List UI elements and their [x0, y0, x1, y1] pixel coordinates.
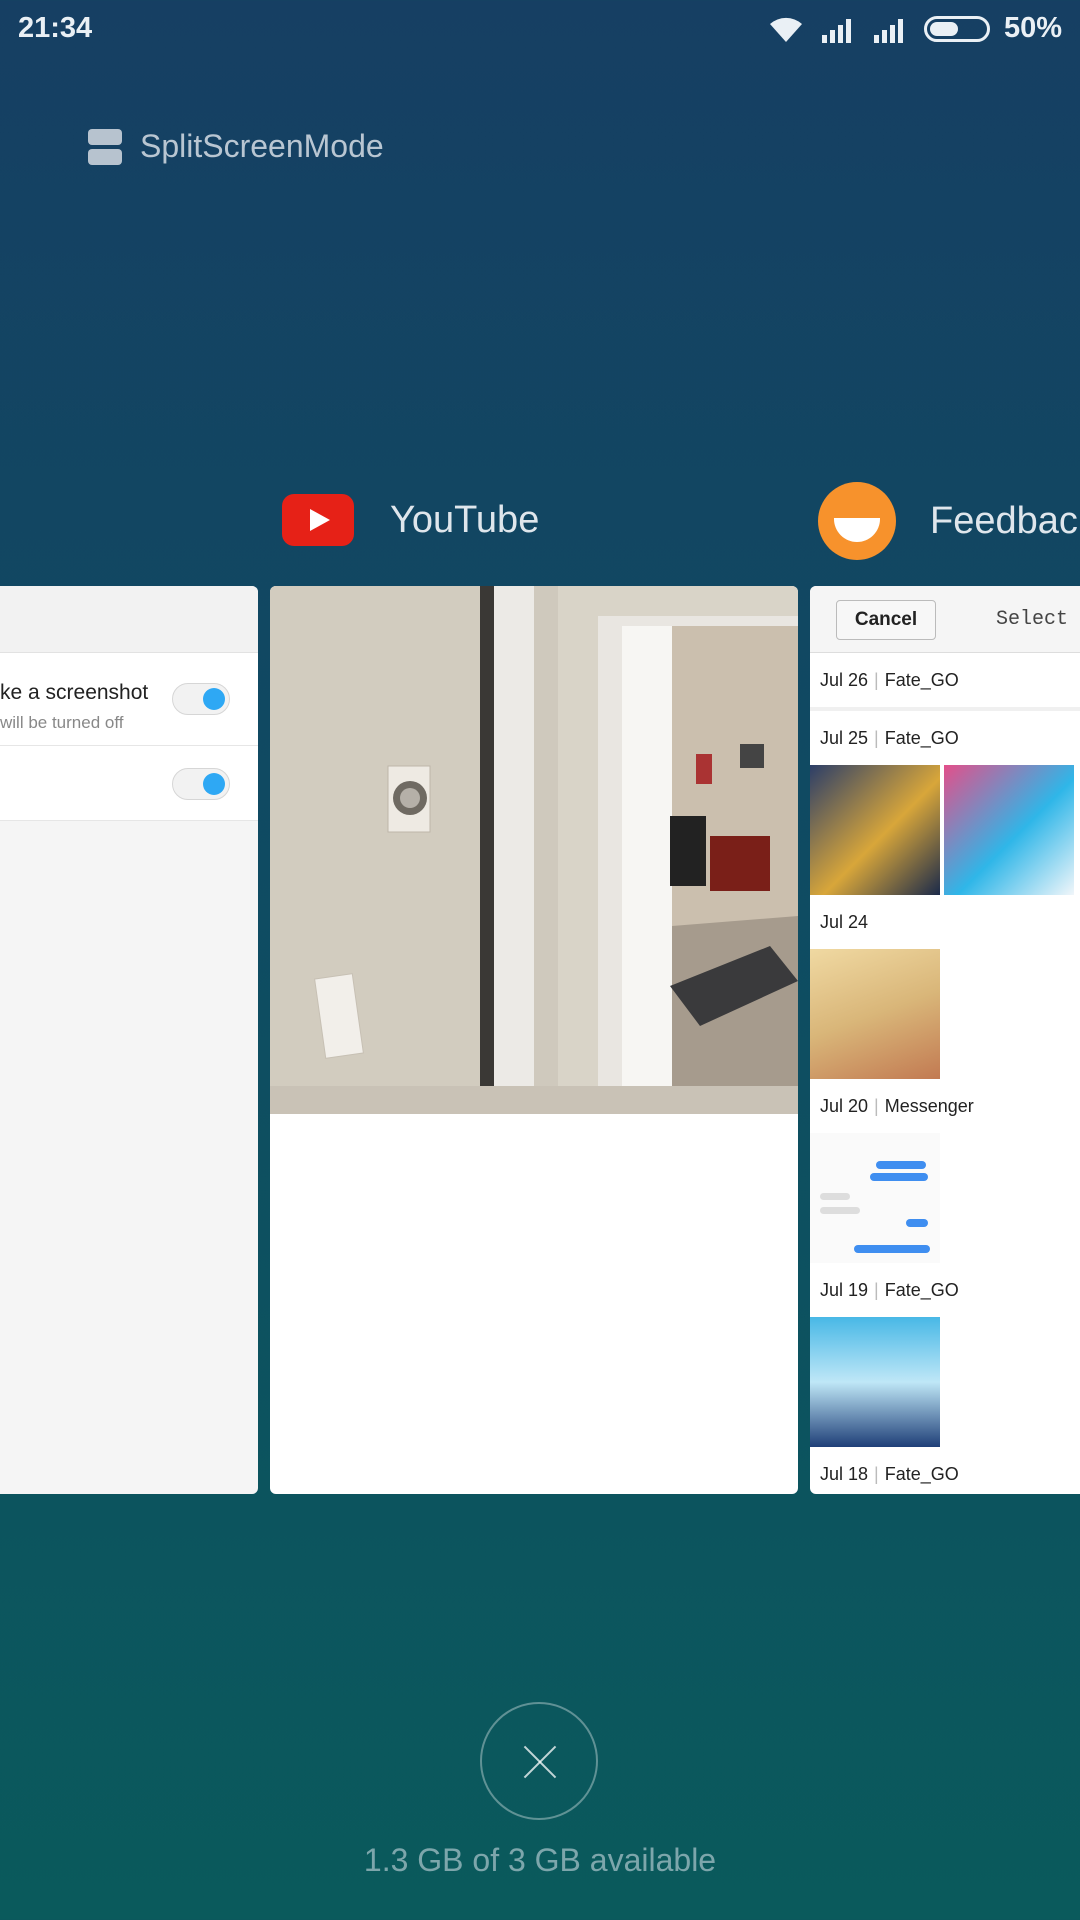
split-screen-label: SplitScreenMode — [140, 128, 384, 164]
recent-app-card-feedback[interactable]: Cancel Select 1 Jul 26|Fate_GO Jul 25|Fa… — [810, 586, 1080, 1494]
screenshot-thumbnail[interactable] — [810, 765, 940, 895]
settings-toolbar — [0, 586, 258, 653]
split-screen-icon — [88, 128, 122, 165]
signal-icon-2 — [873, 18, 903, 43]
memory-available-text: 1.3 GB of 3 GB available — [363, 1842, 717, 1878]
screenshot-thumbnail[interactable] — [944, 765, 1074, 895]
gallery-group-header: Jul 24 — [810, 895, 1080, 949]
feedback-icon — [818, 482, 896, 560]
status-indicators: 50% — [766, 12, 1062, 45]
split-screen-button[interactable]: SplitScreenMode — [88, 128, 384, 165]
group-date: Jul 24 — [820, 911, 869, 932]
gallery-group-header: Jul 18 | Fate_GO — [820, 1463, 959, 1484]
gallery-group-header: Jul 26 | Fate_GO — [810, 653, 1080, 707]
group-date: Jul 18 — [820, 1463, 869, 1484]
signal-icon — [821, 18, 851, 43]
gallery-group-header: Jul 19 | Fate_GO — [820, 1279, 959, 1300]
group-date: Jul 25 — [820, 727, 869, 748]
setting-toggle-2[interactable] — [172, 768, 230, 800]
cancel-button[interactable]: Cancel — [836, 600, 936, 640]
setting-subtitle: will be turned off — [0, 713, 124, 732]
youtube-app-header[interactable]: YouTube — [282, 494, 539, 546]
recent-app-card-settings[interactable]: ke a screenshot will be turned off — [0, 586, 258, 1494]
gallery-thumbs — [810, 1317, 1080, 1447]
group-source: Messenger — [884, 1095, 974, 1116]
group-source: Fate_GO — [884, 1279, 959, 1300]
feedback-app-header[interactable]: Feedbac — [818, 482, 1078, 560]
setting-toggle[interactable] — [172, 683, 230, 715]
setting-title: ke a screenshot — [0, 681, 149, 704]
battery-icon — [923, 15, 990, 42]
clear-all-button[interactable] — [480, 1702, 598, 1820]
gallery-group-header: Jul 25 | Fate_GO — [820, 727, 959, 748]
video-frame-image — [270, 586, 798, 1114]
group-date: Jul 19 — [820, 1279, 869, 1300]
screenshot-thumbnail[interactable] — [810, 949, 940, 1079]
gallery-thumbs — [810, 765, 1080, 895]
gallery-group-header: Jul 20 | Messenger — [820, 1095, 974, 1116]
group-date: Jul 20 — [820, 1095, 869, 1116]
screenshot-thumbnail[interactable] — [810, 1133, 940, 1263]
status-time: 21:34 — [18, 12, 93, 44]
status-bar: 21:34 50% — [0, 0, 1080, 62]
group-source: Fate_GO — [884, 727, 959, 748]
video-thumbnail — [270, 586, 798, 1114]
gallery-toolbar: Cancel Select 1 — [810, 586, 1080, 653]
group-date: Jul 26 — [820, 669, 869, 690]
recent-app-card-youtube[interactable] — [270, 586, 798, 1494]
setting-row-screenshot[interactable]: ke a screenshot will be turned off — [0, 653, 258, 746]
screenshot-thumbnail[interactable] — [810, 1317, 940, 1447]
wifi-icon — [769, 17, 802, 42]
battery-percent: 50% — [1003, 12, 1062, 44]
setting-row-2[interactable] — [0, 746, 258, 821]
gallery-thumbs — [810, 949, 1080, 1079]
feedback-app-title: Feedbac — [930, 499, 1078, 542]
group-source: Fate_GO — [884, 1463, 959, 1484]
youtube-app-title: YouTube — [390, 498, 540, 541]
youtube-icon — [282, 494, 354, 546]
gallery-thumbs — [810, 1133, 1080, 1263]
select-label: Select 1 — [996, 608, 1080, 631]
group-source: Fate_GO — [884, 669, 959, 690]
